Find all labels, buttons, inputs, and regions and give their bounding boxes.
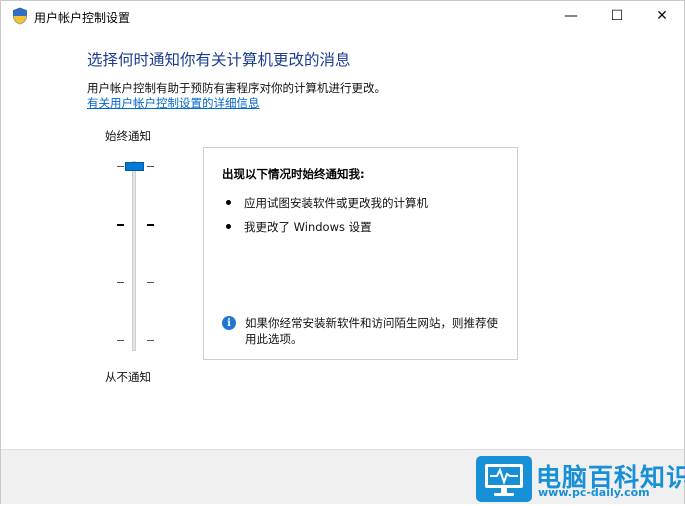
slider-tick <box>147 166 154 167</box>
bullet-text: 应用试图安装软件或更改我的计算机 <box>244 196 428 210</box>
shield-icon <box>13 7 27 25</box>
close-button[interactable]: ✕ <box>639 1 685 31</box>
info-icon: i <box>222 316 236 330</box>
bullet-icon <box>226 200 231 205</box>
description-text: 用户帐户控制有助于预防有害程序对你的计算机进行更改。 <box>87 81 386 95</box>
slider-tick <box>117 166 124 167</box>
slider-thumb[interactable] <box>125 162 144 171</box>
slider-bottom-label: 从不通知 <box>105 370 151 384</box>
more-info-link[interactable]: 有关用户帐户控制设置的详细信息 <box>87 95 260 111</box>
slider-tick <box>147 224 154 226</box>
bullet-icon <box>226 224 231 229</box>
slider-tick <box>147 340 154 341</box>
minimize-icon: — <box>564 8 578 24</box>
close-icon: ✕ <box>656 8 668 24</box>
list-item: 我更改了 Windows 设置 <box>226 219 372 235</box>
slider-track[interactable] <box>132 161 136 351</box>
window-title: 用户帐户控制设置 <box>34 11 131 25</box>
monitor-icon <box>485 464 523 496</box>
watermark-logo <box>476 456 532 502</box>
minimize-button[interactable]: — <box>548 1 594 31</box>
info-text: 如果你经常安装新软件和访问陌生网站，则推荐使用此选项。 <box>245 316 498 346</box>
notification-level-slider[interactable] <box>113 151 159 356</box>
slider-tick <box>117 282 124 283</box>
list-item: 应用试图安装软件或更改我的计算机 <box>226 195 428 211</box>
slider-top-label: 始终通知 <box>105 129 151 143</box>
title-bar[interactable]: 用户帐户控制设置 — ☐ ✕ <box>1 1 684 31</box>
panel-title: 出现以下情况时始终通知我: <box>222 167 365 181</box>
uac-settings-window: 用户帐户控制设置 — ☐ ✕ 选择何时通知你有关计算机更改的消息 用户帐户控制有… <box>0 0 685 504</box>
slider-tick <box>147 282 154 283</box>
maximize-button[interactable]: ☐ <box>594 1 640 31</box>
page-heading: 选择何时通知你有关计算机更改的消息 <box>87 51 351 69</box>
bullet-text: 我更改了 Windows 设置 <box>244 220 372 234</box>
level-description-panel: 出现以下情况时始终通知我: 应用试图安装软件或更改我的计算机 我更改了 Wind… <box>203 147 518 360</box>
watermark-url: www.pc-daily.com <box>538 486 650 499</box>
slider-tick <box>117 224 124 226</box>
slider-tick <box>117 340 124 341</box>
maximize-icon: ☐ <box>610 8 624 24</box>
